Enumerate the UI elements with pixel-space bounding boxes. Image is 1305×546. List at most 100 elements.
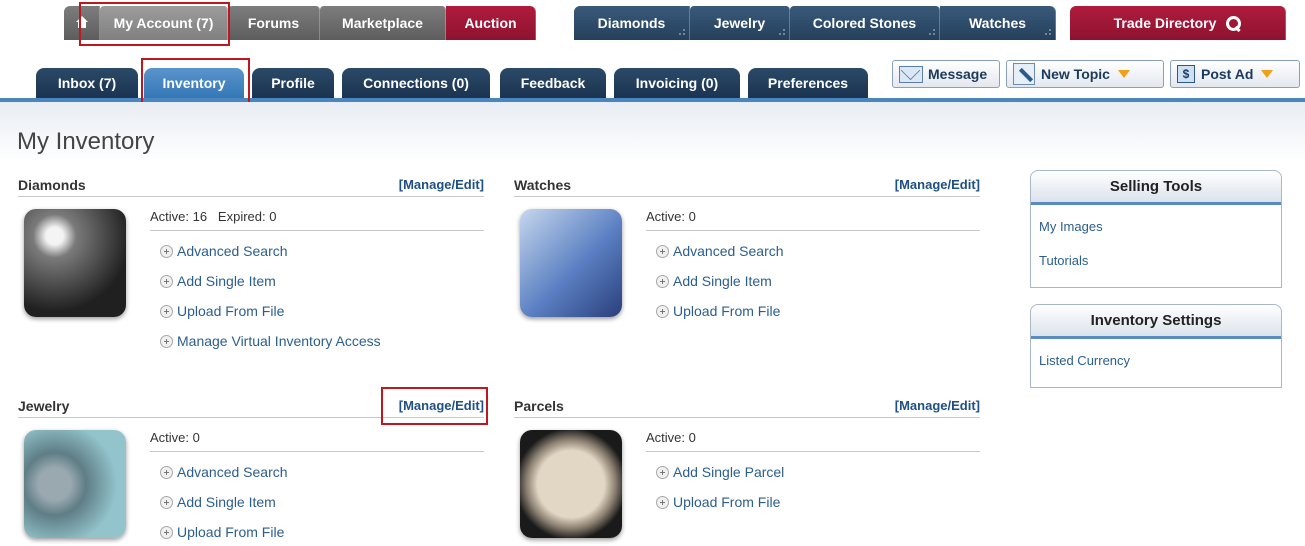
nav-tab-marketplace[interactable]: Marketplace (320, 6, 446, 40)
chevron-down-icon (1117, 70, 1130, 78)
subtab-connections-label: Connections (0) (363, 75, 469, 91)
link-label: Upload From File (673, 303, 781, 319)
section-watches: Watches [Manage/Edit] Active: 0 Advanced… (514, 175, 980, 355)
plus-circle-icon (160, 275, 173, 288)
section-links: Advanced Search Add Single Item Upload F… (656, 243, 784, 333)
link-label: Upload From File (177, 303, 285, 319)
nav-tab-auction[interactable]: Auction (446, 6, 536, 40)
home-tab[interactable] (64, 6, 100, 40)
link-label: Advanced Search (177, 464, 288, 480)
sub-navigation: Inbox (7) Inventory Profile Connections … (0, 56, 1305, 102)
inventory-settings-title: Inventory Settings (1031, 305, 1281, 339)
subtab-profile[interactable]: Profile (252, 68, 334, 98)
selling-tools-title: Selling Tools (1031, 171, 1281, 205)
nav-tab-my-account[interactable]: My Account (7) (100, 6, 228, 40)
add-single-item-link[interactable]: Add Single Item (656, 273, 784, 303)
jewelry-thumbnail (24, 430, 126, 538)
nav-tab-my-account-label: My Account (7) (113, 15, 214, 31)
trade-directory-label: Trade Directory (1113, 15, 1217, 31)
listed-currency-link[interactable]: Listed Currency (1039, 347, 1273, 381)
subtab-connections[interactable]: Connections (0) (342, 68, 490, 98)
add-single-item-link[interactable]: Add Single Item (160, 494, 288, 524)
section-diamonds: Diamonds [Manage/Edit] Active: 16 Expire… (18, 175, 484, 385)
search-icon[interactable] (1226, 15, 1242, 31)
nav-tab-colored-stones-label: Colored Stones (812, 15, 917, 31)
subtab-invoicing-label: Invoicing (0) (635, 75, 719, 91)
plus-circle-icon (656, 245, 669, 258)
upload-from-file-link[interactable]: Upload From File (656, 303, 784, 333)
section-links: Advanced Search Add Single Item Upload F… (160, 243, 381, 363)
home-icon (75, 16, 89, 30)
advanced-search-link[interactable]: Advanced Search (160, 243, 381, 273)
nav-tab-watches[interactable]: Watches (940, 6, 1056, 40)
add-single-parcel-link[interactable]: Add Single Parcel (656, 464, 784, 494)
pencil-icon (1013, 63, 1035, 85)
upload-from-file-link[interactable]: Upload From File (160, 524, 288, 546)
section-title: Jewelry (18, 398, 70, 414)
nav-tab-diamonds[interactable]: Diamonds (574, 6, 690, 40)
nav-tab-jewelry[interactable]: Jewelry (690, 6, 790, 40)
manage-edit-link[interactable]: [Manage/Edit] (399, 398, 484, 413)
nav-tab-auction-label: Auction (464, 15, 517, 31)
advanced-search-link[interactable]: Advanced Search (656, 243, 784, 273)
plus-circle-icon (160, 305, 173, 318)
subtab-preferences-label: Preferences (767, 75, 849, 91)
nav-tab-watches-label: Watches (968, 15, 1027, 31)
plus-circle-icon (656, 305, 669, 318)
subtab-inventory[interactable]: Inventory (144, 68, 244, 98)
link-label: Upload From File (673, 494, 781, 510)
subtab-invoicing[interactable]: Invoicing (0) (614, 68, 740, 98)
link-label: Advanced Search (673, 243, 784, 259)
section-stats: Active: 16 Expired: 0 (150, 209, 484, 231)
link-label: Add Single Parcel (673, 464, 785, 480)
upload-from-file-link[interactable]: Upload From File (160, 303, 381, 333)
plus-circle-icon (160, 245, 173, 258)
section-stats: Active: 0 (150, 430, 484, 452)
chevron-down-icon (1261, 70, 1274, 78)
page-header-background (0, 102, 1305, 162)
plus-circle-icon (160, 335, 173, 348)
top-navigation: My Account (7) Forums Marketplace Auctio… (0, 0, 1305, 40)
manage-edit-link[interactable]: [Manage/Edit] (895, 177, 980, 192)
section-title: Watches (514, 177, 572, 193)
link-label: Advanced Search (177, 243, 288, 259)
manage-edit-link[interactable]: [Manage/Edit] (399, 177, 484, 192)
message-button[interactable]: Message (892, 60, 1000, 88)
tutorials-link[interactable]: Tutorials (1039, 247, 1273, 281)
manage-edit-link[interactable]: [Manage/Edit] (895, 398, 980, 413)
nav-tab-forums-label: Forums (247, 15, 300, 31)
subtab-preferences[interactable]: Preferences (748, 68, 868, 98)
plus-circle-icon (160, 466, 173, 479)
section-title: Diamonds (18, 177, 86, 193)
trade-directory-tab[interactable]: Trade Directory (1070, 6, 1286, 40)
message-button-label: Message (928, 66, 988, 82)
section-header: Diamonds [Manage/Edit] (18, 175, 484, 197)
section-stats: Active: 0 (646, 209, 980, 231)
post-ad-button[interactable]: $ Post Ad (1170, 60, 1300, 88)
nav-tab-diamonds-label: Diamonds (597, 15, 666, 31)
upload-from-file-link[interactable]: Upload From File (656, 494, 784, 524)
subtab-feedback[interactable]: Feedback (500, 68, 606, 98)
new-topic-button[interactable]: New Topic (1006, 60, 1164, 88)
diamonds-thumbnail (24, 209, 126, 317)
link-label: Add Single Item (673, 273, 772, 289)
subtab-inbox-label: Inbox (7) (57, 75, 117, 91)
add-single-item-link[interactable]: Add Single Item (160, 273, 381, 303)
nav-tab-forums[interactable]: Forums (228, 6, 320, 40)
envelope-icon (899, 65, 923, 83)
subtab-inbox[interactable]: Inbox (7) (36, 68, 138, 98)
selling-tools-body: My Images Tutorials (1031, 205, 1281, 287)
section-links: Advanced Search Add Single Item Upload F… (160, 464, 288, 546)
subtab-profile-label: Profile (271, 75, 315, 91)
advanced-search-link[interactable]: Advanced Search (160, 464, 288, 494)
plus-circle-icon (656, 496, 669, 509)
selling-tools-box: Selling Tools My Images Tutorials (1030, 170, 1282, 288)
manage-virtual-inventory-link[interactable]: Manage Virtual Inventory Access (160, 333, 381, 363)
section-title: Parcels (514, 398, 564, 414)
subtab-inventory-label: Inventory (162, 75, 226, 91)
my-images-link[interactable]: My Images (1039, 213, 1273, 247)
inventory-settings-box: Inventory Settings Listed Currency (1030, 304, 1282, 388)
nav-tab-colored-stones[interactable]: Colored Stones (790, 6, 940, 40)
plus-circle-icon (656, 466, 669, 479)
page-title: My Inventory (17, 128, 155, 155)
